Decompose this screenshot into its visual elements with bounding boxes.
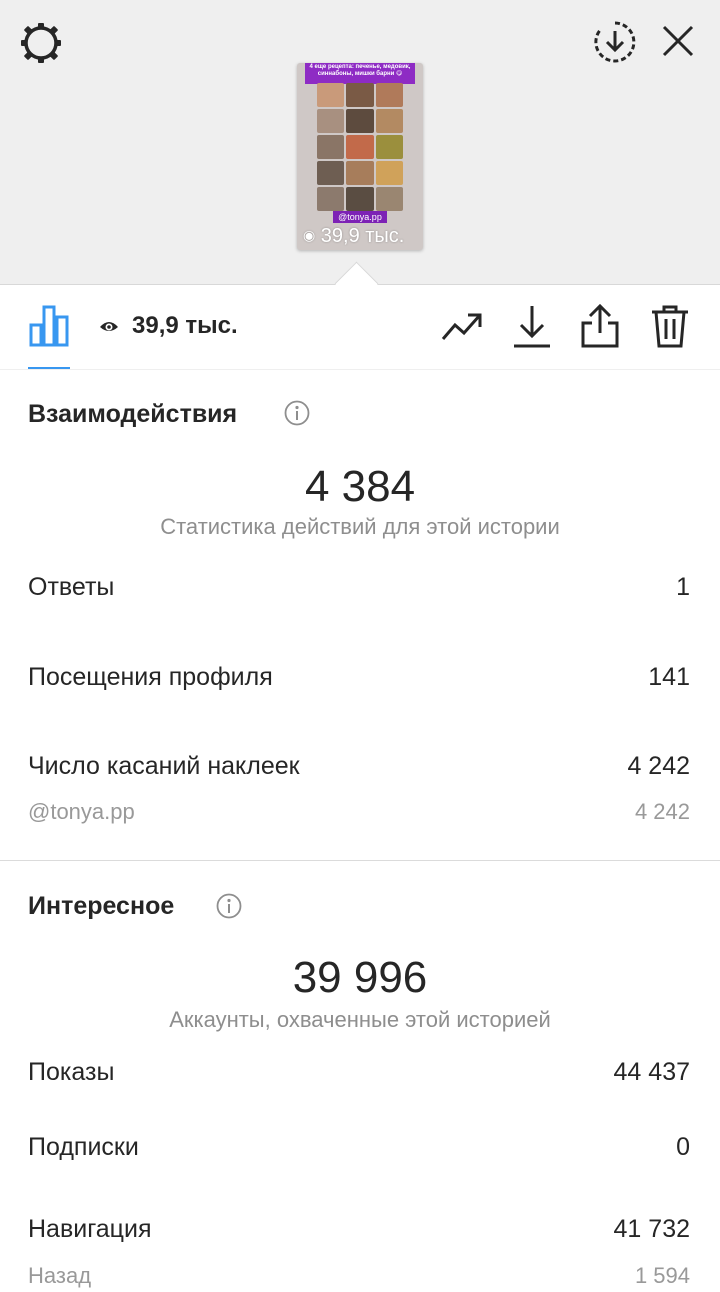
profile-visits-label: Посещения профиля <box>28 663 273 691</box>
close-icon[interactable] <box>656 19 700 63</box>
share-icon[interactable] <box>578 303 622 349</box>
discovery-total: 39 996 <box>292 953 428 1002</box>
story-banner-text: 4 еще рецепта: печенье, медовик, синнабо… <box>305 63 415 84</box>
interactions-title: Взаимодействия <box>28 400 238 428</box>
story-views-count: 39,9 тыс. <box>320 225 405 247</box>
views-count: 39,9 тыс. <box>132 312 238 339</box>
sticker-taps-value: 4 242 <box>627 752 690 780</box>
impressions-value: 44 437 <box>613 1058 690 1086</box>
info-icon[interactable] <box>216 893 242 919</box>
section-divider <box>0 860 720 861</box>
promote-icon[interactable] <box>440 303 484 349</box>
settings-icon[interactable] <box>18 20 64 66</box>
delete-icon[interactable] <box>648 303 692 349</box>
active-tab-indicator <box>28 367 70 369</box>
navigation-label: Навигация <box>28 1215 152 1243</box>
discovery-title: Интересное <box>28 892 175 920</box>
story-toolbar: 39,9 тыс. <box>0 285 720 370</box>
story-mention-tag: @tonya.pp <box>333 211 387 223</box>
story-views-overlay: ◉ 39,9 тыс. <box>303 223 404 248</box>
download-icon[interactable] <box>510 303 554 349</box>
discovery-subtitle: Аккаунты, охваченные этой историей <box>169 1007 551 1032</box>
story-photo-grid <box>317 83 403 211</box>
story-thumbnail[interactable]: 4 еще рецепта: печенье, медовик, синнабо… <box>297 63 423 250</box>
sticker-mention-value: 4 242 <box>634 799 690 824</box>
replies-value: 1 <box>676 573 690 601</box>
insights-bar-icon[interactable] <box>28 303 70 347</box>
back-label: Назад <box>28 1263 92 1288</box>
follows-label: Подписки <box>28 1133 139 1161</box>
profile-visits-value: 141 <box>648 663 690 691</box>
story-preview-area: 4 еще рецепта: печенье, медовик, синнабо… <box>0 0 720 285</box>
eye-icon <box>100 322 118 331</box>
impressions-label: Показы <box>28 1058 115 1086</box>
back-value: 1 594 <box>634 1263 690 1288</box>
follows-value: 0 <box>676 1133 690 1161</box>
sticker-taps-label: Число касаний наклеек <box>28 752 300 780</box>
sticker-mention-label: @tonya.pp <box>28 799 135 824</box>
interactions-subtitle: Статистика действий для этой истории <box>160 514 560 539</box>
navigation-value: 41 732 <box>613 1215 690 1243</box>
download-circle-icon[interactable] <box>592 19 638 65</box>
interactions-total: 4 384 <box>304 462 416 511</box>
eye-icon: ◉ <box>303 227 316 243</box>
replies-label: Ответы <box>28 573 115 601</box>
info-icon[interactable] <box>284 400 310 426</box>
